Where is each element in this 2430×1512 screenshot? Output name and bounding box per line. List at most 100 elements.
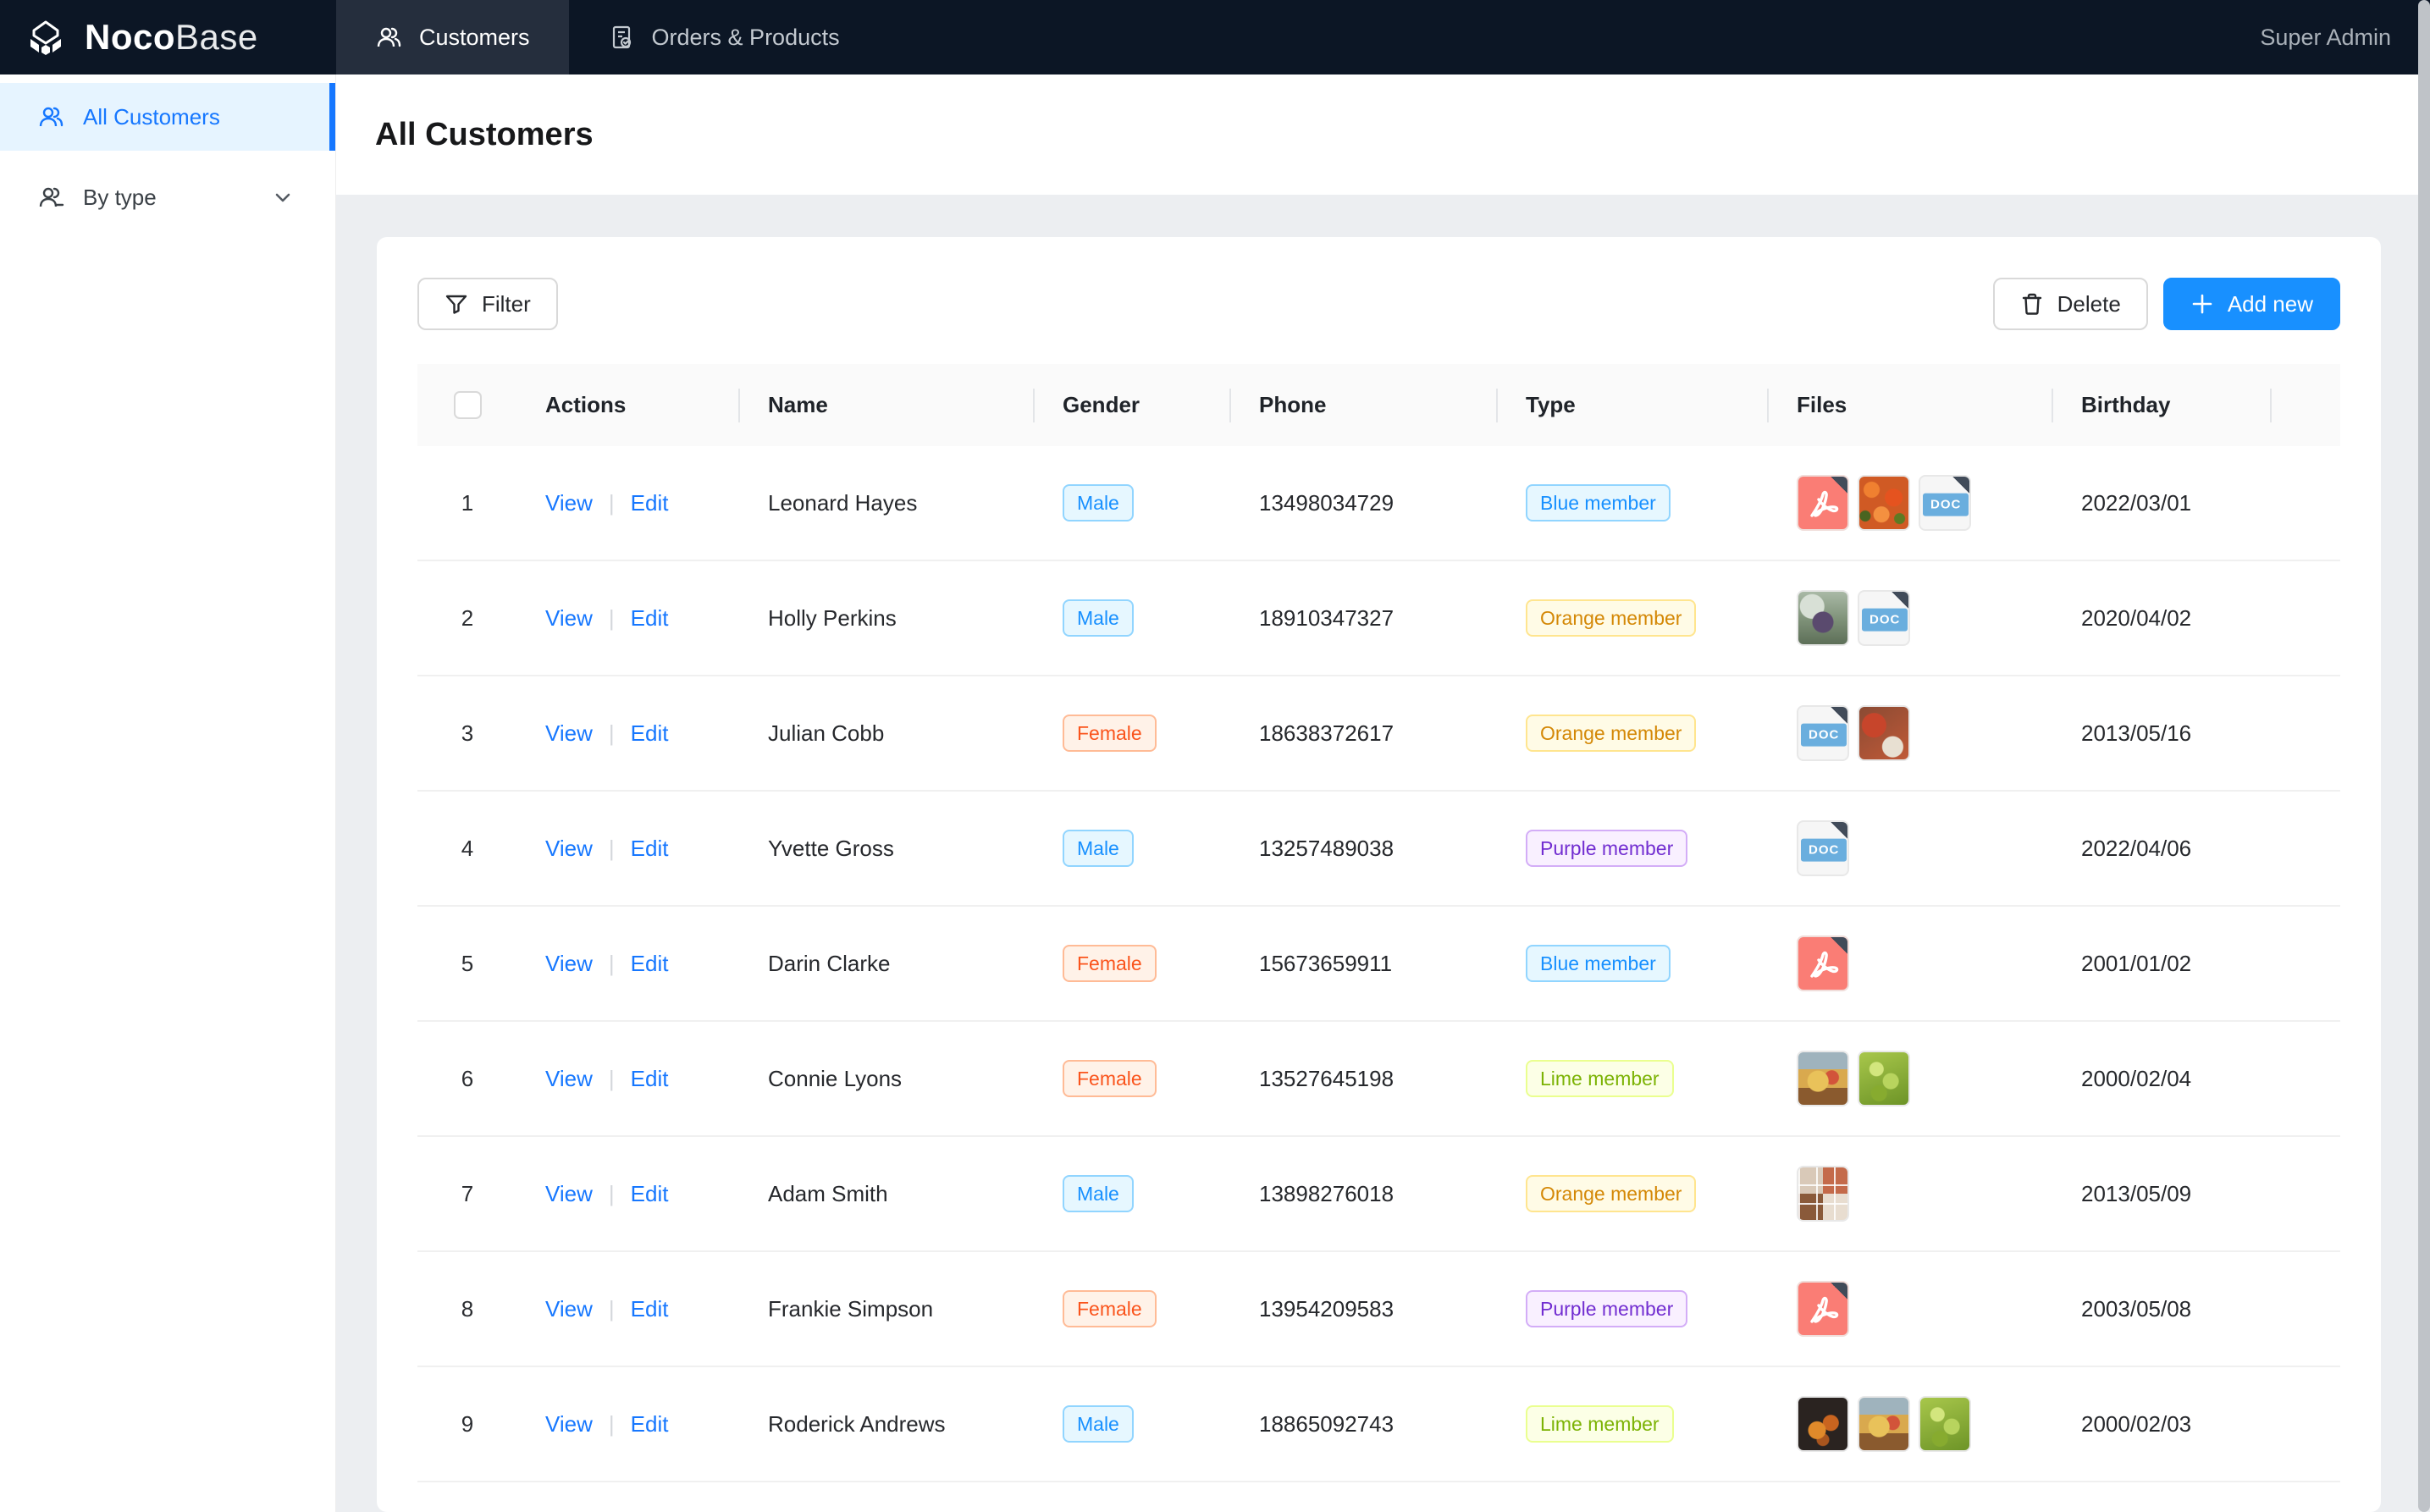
view-link[interactable]: View xyxy=(545,605,593,631)
files-list: DOC xyxy=(1797,590,2053,646)
column-header-type[interactable]: Type xyxy=(1498,364,1769,446)
column-header-files[interactable]: Files xyxy=(1769,364,2053,446)
column-header-name[interactable]: Name xyxy=(740,364,1035,446)
gender-badge: Male xyxy=(1063,1175,1134,1212)
tab-orders-products[interactable]: Orders & Products xyxy=(569,0,879,74)
column-header-actions[interactable]: Actions xyxy=(517,364,740,446)
doc-file-thumbnail[interactable]: DOC xyxy=(1919,475,1971,531)
gender-badge: Female xyxy=(1063,715,1157,752)
doc-label: DOC xyxy=(1801,724,1847,747)
row-actions-cell: View|Edit xyxy=(517,1181,740,1207)
edit-link[interactable]: Edit xyxy=(631,1066,669,1091)
folded-corner xyxy=(1829,475,1849,495)
image-file-thumbnail[interactable] xyxy=(1797,1051,1849,1106)
sidebar-item-label: By type xyxy=(83,185,157,211)
sidebar-item-by-type[interactable]: By type xyxy=(0,163,335,231)
row-select-cell: 1 xyxy=(417,490,517,516)
image-file-thumbnail[interactable] xyxy=(1858,475,1910,531)
table-header-row: Actions Name Gender Phone Type Files Bir… xyxy=(417,364,2340,446)
row-index: 9 xyxy=(461,1411,473,1438)
folded-corner xyxy=(1829,1281,1849,1301)
gender-badge: Male xyxy=(1063,599,1134,637)
edit-link[interactable]: Edit xyxy=(631,490,669,516)
member-type-badge: Orange member xyxy=(1526,715,1696,752)
edit-link[interactable]: Edit xyxy=(631,1296,669,1322)
row-actions-cell: View|Edit xyxy=(517,836,740,862)
birthday-cell: 2020/04/02 xyxy=(2053,605,2272,632)
vertical-scrollbar[interactable] xyxy=(2418,0,2430,1512)
image-file-thumbnail[interactable] xyxy=(1858,1396,1910,1452)
doc-file-thumbnail[interactable]: DOC xyxy=(1797,705,1849,761)
view-link[interactable]: View xyxy=(545,490,593,516)
chevron-down-icon xyxy=(273,187,293,207)
gender-cell: Male xyxy=(1035,599,1231,637)
sidebar-item-all-customers[interactable]: All Customers xyxy=(0,83,335,151)
view-link[interactable]: View xyxy=(545,836,593,861)
column-header-gender[interactable]: Gender xyxy=(1035,364,1231,446)
gender-badge: Female xyxy=(1063,1290,1157,1327)
sidebar: All Customers By type xyxy=(0,74,336,1512)
users-icon xyxy=(37,103,64,130)
row-actions-cell: View|Edit xyxy=(517,1296,740,1322)
birthday-cell: 2001/01/02 xyxy=(2053,951,2272,977)
view-link[interactable]: View xyxy=(545,951,593,976)
row-select-cell: 5 xyxy=(417,951,517,977)
view-link[interactable]: View xyxy=(545,1411,593,1437)
edit-link[interactable]: Edit xyxy=(631,1181,669,1206)
view-link[interactable]: View xyxy=(545,720,593,746)
doc-label: DOC xyxy=(1862,609,1908,632)
pdf-file-thumbnail[interactable] xyxy=(1797,475,1849,531)
add-new-button-label: Add new xyxy=(2228,291,2313,317)
edit-link[interactable]: Edit xyxy=(631,605,669,631)
view-link[interactable]: View xyxy=(545,1181,593,1206)
folded-corner xyxy=(1890,590,1910,610)
member-type-badge: Orange member xyxy=(1526,599,1696,637)
action-divider: | xyxy=(609,605,615,631)
edit-link[interactable]: Edit xyxy=(631,720,669,746)
view-link[interactable]: View xyxy=(545,1066,593,1091)
header-select-cell xyxy=(417,364,517,446)
logo[interactable]: NocoBase xyxy=(0,0,336,74)
edit-link[interactable]: Edit xyxy=(631,836,669,861)
gender-cell: Male xyxy=(1035,484,1231,521)
image-file-thumbnail[interactable] xyxy=(1797,590,1849,646)
type-cell: Purple member xyxy=(1498,830,1769,867)
doc-file-thumbnail[interactable]: DOC xyxy=(1858,590,1910,646)
column-header-phone[interactable]: Phone xyxy=(1231,364,1498,446)
files-cell xyxy=(1769,1051,2053,1106)
member-type-badge: Orange member xyxy=(1526,1175,1696,1212)
edit-link[interactable]: Edit xyxy=(631,951,669,976)
image-file-thumbnail[interactable] xyxy=(1797,1166,1849,1222)
files-list xyxy=(1797,1396,2053,1452)
column-header-birthday[interactable]: Birthday xyxy=(2053,364,2272,446)
tab-customers[interactable]: Customers xyxy=(336,0,569,74)
edit-link[interactable]: Edit xyxy=(631,1411,669,1437)
phone-cell: 18865092743 xyxy=(1231,1411,1498,1438)
user-menu[interactable]: Super Admin xyxy=(2260,0,2430,74)
doc-file-thumbnail[interactable]: DOC xyxy=(1797,820,1849,876)
image-file-thumbnail[interactable] xyxy=(1919,1396,1971,1452)
image-file-thumbnail[interactable] xyxy=(1858,705,1910,761)
app-root: NocoBase Customers Orders & P xyxy=(0,0,2430,1512)
customer-name-cell: Yvette Gross xyxy=(740,836,1035,862)
row-index: 3 xyxy=(461,720,473,747)
filter-button[interactable]: Filter xyxy=(417,278,558,330)
select-all-checkbox[interactable] xyxy=(454,391,482,419)
files-cell: DOC xyxy=(1769,820,2053,876)
page-header: All Customers xyxy=(336,74,2430,195)
pdf-file-thumbnail[interactable] xyxy=(1797,935,1849,991)
gender-badge: Female xyxy=(1063,1060,1157,1097)
image-file-thumbnail[interactable] xyxy=(1858,1051,1910,1106)
image-file-thumbnail[interactable] xyxy=(1797,1396,1849,1452)
pdf-file-thumbnail[interactable] xyxy=(1797,1281,1849,1337)
delete-button[interactable]: Delete xyxy=(1993,278,2148,330)
row-select-cell: 8 xyxy=(417,1296,517,1322)
customer-name-cell: Holly Perkins xyxy=(740,605,1035,632)
type-cell: Orange member xyxy=(1498,1175,1769,1212)
row-index: 8 xyxy=(461,1296,473,1322)
row-actions-cell: View|Edit xyxy=(517,720,740,747)
add-new-button[interactable]: Add new xyxy=(2163,278,2340,330)
table-row: 6View|EditConnie LyonsFemale13527645198L… xyxy=(417,1022,2340,1137)
view-link[interactable]: View xyxy=(545,1296,593,1322)
table-body: 1View|EditLeonard HayesMale13498034729Bl… xyxy=(417,446,2340,1482)
